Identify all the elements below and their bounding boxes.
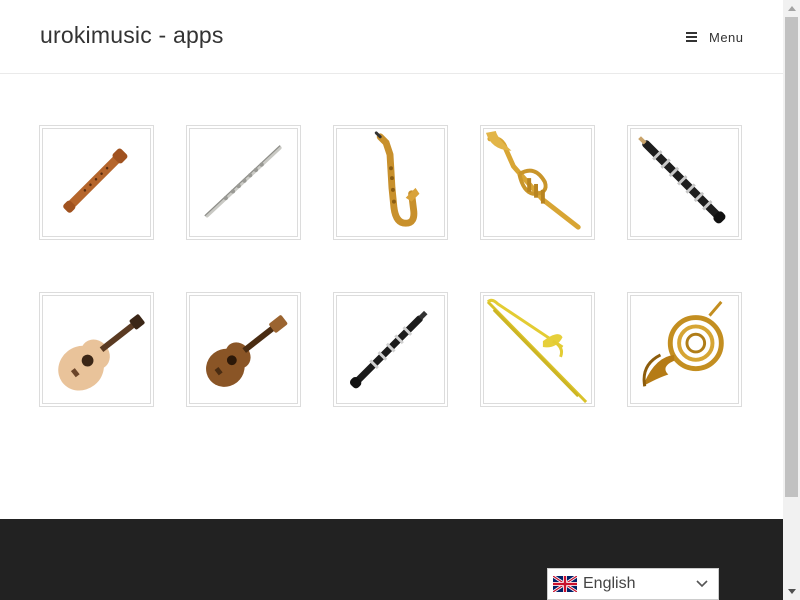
gallery-tile-trumpet[interactable] xyxy=(480,125,595,240)
page: urokimusic - apps Menu English xyxy=(0,0,783,600)
language-selected-label: English xyxy=(583,575,636,592)
site-footer: English xyxy=(0,519,783,600)
chevron-down-icon xyxy=(696,580,708,588)
trombone-icon xyxy=(486,298,588,403)
site-header: urokimusic - apps Menu xyxy=(0,0,783,74)
gallery-tile-clarinet[interactable] xyxy=(333,292,448,407)
saxophone-icon xyxy=(374,131,420,227)
site-title-link[interactable]: urokimusic - apps xyxy=(40,22,224,49)
uk-flag-icon xyxy=(553,576,577,592)
scroll-thumb[interactable] xyxy=(785,17,798,497)
oboe-icon xyxy=(638,136,726,224)
gallery-tile-recorder[interactable] xyxy=(39,125,154,240)
scroll-up-arrow-icon xyxy=(787,6,796,11)
language-selector[interactable]: English xyxy=(547,568,719,600)
scroll-down-arrow-icon xyxy=(787,589,796,594)
menu-label: Menu xyxy=(709,29,744,45)
gallery-tile-saxophone[interactable] xyxy=(333,125,448,240)
gallery-tile-acoustic-guitar[interactable] xyxy=(39,292,154,407)
menu-button[interactable]: Menu xyxy=(686,28,744,46)
scroll-down-button[interactable] xyxy=(783,583,800,600)
recorder-icon xyxy=(63,148,128,213)
scroll-up-button[interactable] xyxy=(783,0,800,17)
gallery-tile-ukulele[interactable] xyxy=(186,292,301,407)
french-horn-icon xyxy=(642,300,724,387)
ukulele-icon xyxy=(206,315,288,387)
gallery-tile-oboe[interactable] xyxy=(627,125,742,240)
trumpet-icon xyxy=(485,130,581,230)
gallery-tile-flute[interactable] xyxy=(186,125,301,240)
clarinet-icon xyxy=(349,310,428,389)
gallery-tile-trombone[interactable] xyxy=(480,292,595,407)
vertical-scrollbar[interactable] xyxy=(783,0,800,600)
hamburger-icon xyxy=(686,32,697,42)
acoustic-guitar-icon xyxy=(58,314,145,391)
gallery-tile-french-horn[interactable] xyxy=(627,292,742,407)
flute-icon xyxy=(204,145,282,218)
